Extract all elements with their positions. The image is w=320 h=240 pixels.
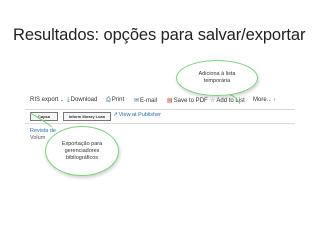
callout-top-line2: temporária xyxy=(203,78,231,84)
callout-bottom-line3: bibliográficos xyxy=(65,154,99,161)
export-callout: Exportação para gerenciadores bibliográf… xyxy=(45,126,119,176)
add-to-list-callout: Adiciona à lista temporária xyxy=(176,60,258,96)
callout-bottom-line1: Exportação para xyxy=(61,140,103,147)
callout-top-line1: Adiciona à lista xyxy=(198,71,236,77)
callout-tails xyxy=(29,92,241,128)
callout-bottom-line2: gerenciadores xyxy=(64,147,100,154)
bottom-callout-tail xyxy=(29,112,53,128)
